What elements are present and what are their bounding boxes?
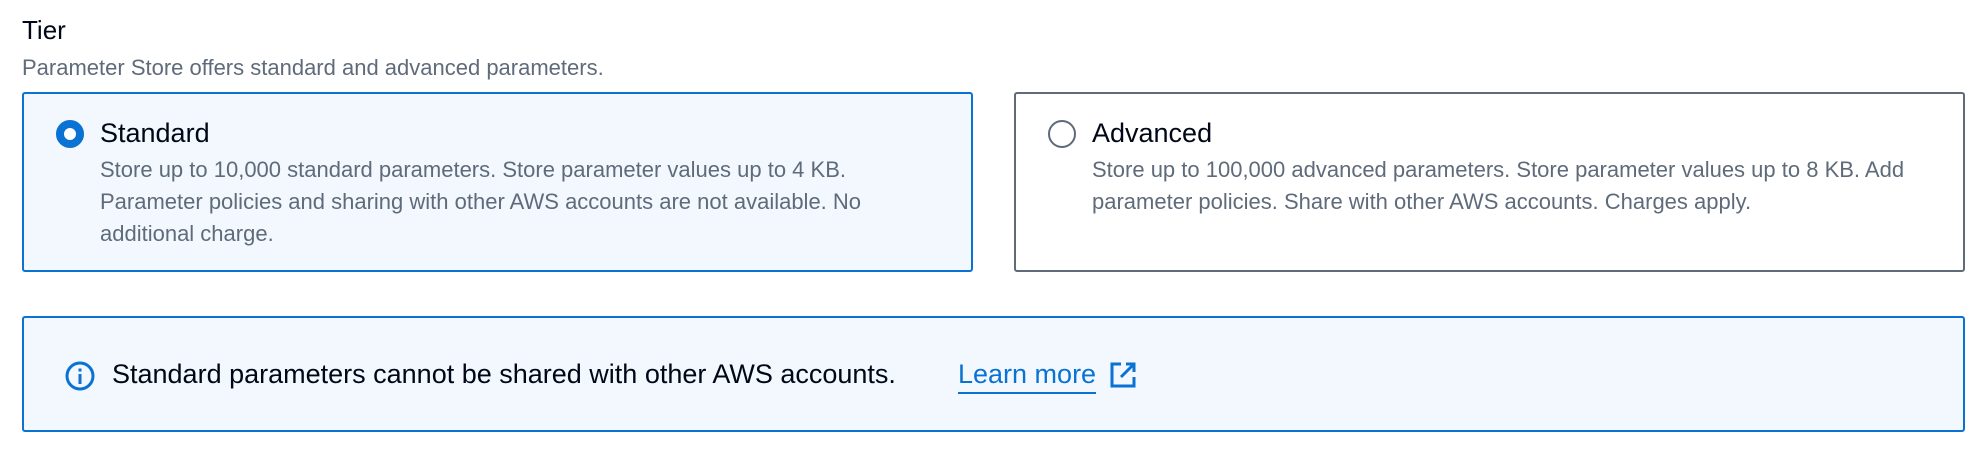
tier-option-advanced[interactable]: Advanced Store up to 100,000 advanced pa… xyxy=(1014,92,1965,272)
learn-more-link[interactable]: Learn more xyxy=(958,356,1097,394)
external-link-icon[interactable] xyxy=(1108,360,1138,390)
tier-option-standard-description: Store up to 10,000 standard parameters. … xyxy=(100,157,862,246)
radio-standard[interactable] xyxy=(56,120,84,148)
tier-option-advanced-title: Advanced xyxy=(1092,118,1213,148)
tier-description: Parameter Store offers standard and adva… xyxy=(22,55,604,80)
info-alert: Standard parameters cannot be shared wit… xyxy=(22,316,1965,432)
tier-option-advanced-description: Store up to 100,000 advanced parameters.… xyxy=(1092,157,1905,214)
tier-label: Tier xyxy=(22,15,66,45)
info-icon xyxy=(64,360,96,392)
radio-advanced[interactable] xyxy=(1048,120,1076,148)
tier-option-standard-title: Standard xyxy=(100,118,210,148)
tier-option-standard[interactable]: Standard Store up to 10,000 standard par… xyxy=(22,92,973,272)
alert-message: Standard parameters cannot be shared wit… xyxy=(112,359,896,389)
